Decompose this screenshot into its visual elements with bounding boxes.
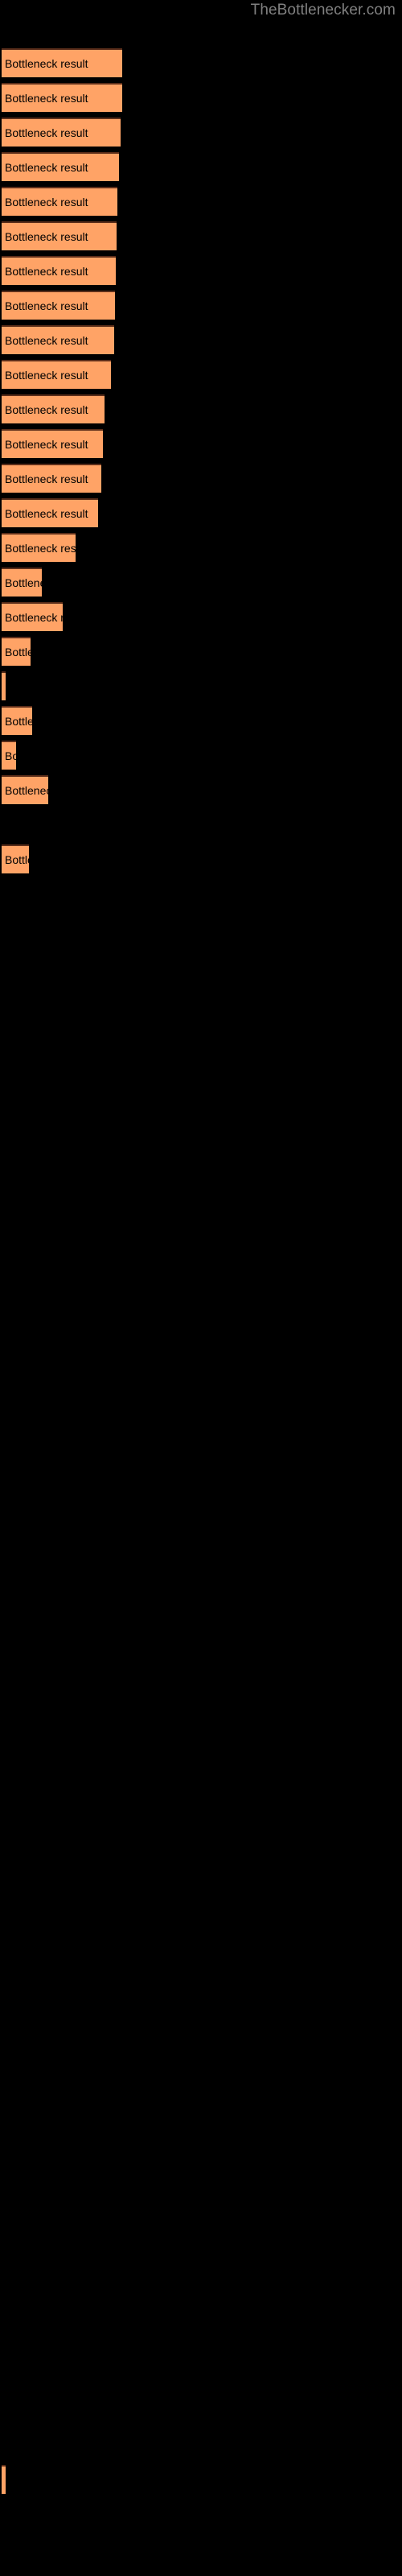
bar-row: Bottleneck result (0, 360, 402, 389)
bar-row: Bottleneck result (0, 394, 402, 423)
bar-label: Bottleneck result (5, 576, 42, 589)
bar-label: Bottleneck result (5, 2467, 6, 2494)
bar-bottleneck-result[interactable]: Bottleneck result (2, 394, 105, 423)
bar-bottleneck-result[interactable]: Bottleneck result (2, 464, 101, 493)
bottleneck-bar-chart: Bottleneck result Bottleneck result Bottle… (0, 21, 402, 2576)
bar-label: Bottleneck result (5, 749, 16, 762)
bar-bottleneck-result[interactable]: Bottleneck result (2, 741, 16, 770)
bar-label: Bottleneck result (5, 853, 29, 866)
bar-bottleneck-result[interactable]: Bottleneck result (2, 325, 114, 354)
bar-label: Bottleneck result (5, 473, 88, 485)
bar-label: Bottleneck result (5, 57, 88, 70)
bar-label: Bottleneck result (5, 715, 32, 728)
bar-label: Bottleneck result (5, 161, 88, 174)
bar-label: Bottleneck result (5, 369, 88, 382)
bar-bottleneck-result[interactable]: Bottleneck result (2, 256, 116, 285)
bar-bottleneck-result[interactable]: Bottleneck result (2, 83, 122, 112)
bar-bottleneck-result[interactable]: Bottleneck result (2, 533, 76, 562)
bar-row: Bottleneck result (0, 118, 402, 147)
bar-row: Bottleneck result (0, 152, 402, 181)
bar-bottleneck-result[interactable]: Bottleneck result (2, 360, 111, 389)
bar-row: Bottleneck result (0, 568, 402, 597)
bar-bottleneck-result[interactable]: Bottleneck result (2, 2465, 6, 2494)
bar-label: Bottleneck result (5, 92, 88, 105)
bar-label: Bottleneck result (5, 673, 6, 700)
bar-bottleneck-result[interactable]: Bottleneck result (2, 429, 103, 458)
bar-row: Bottleneck result (0, 291, 402, 320)
bar-bottleneck-result[interactable]: Bottleneck result (2, 152, 119, 181)
bar-row: Bottleneck result (0, 325, 402, 354)
bar-label: Bottleneck result (5, 196, 88, 208)
bar-bottleneck-result[interactable]: Bottleneck result (2, 118, 121, 147)
bar-row: Bottleneck result (0, 2465, 402, 2494)
bar-row: Bottleneck result (0, 671, 402, 700)
bar-bottleneck-result[interactable]: Bottleneck result (2, 187, 117, 216)
bar-bottleneck-result[interactable]: Bottleneck result (2, 637, 31, 666)
bar-row: Bottleneck result (0, 464, 402, 493)
bar-row: Bottleneck result (0, 602, 402, 631)
bar-label: Bottleneck result (5, 265, 88, 278)
bar-row: Bottleneck result (0, 48, 402, 77)
bar-label: Bottleneck result (5, 299, 88, 312)
bar-label: Bottleneck result (5, 334, 88, 347)
bar-label: Bottleneck result (5, 126, 88, 139)
bar-label: Bottleneck result (5, 507, 88, 520)
bar-row: Bottleneck result (0, 637, 402, 666)
bar-bottleneck-result[interactable]: Bottleneck result (2, 671, 6, 700)
bar-label: Bottleneck result (5, 542, 76, 555)
bar-label: Bottleneck result (5, 611, 63, 624)
bar-row: Bottleneck result (0, 844, 402, 873)
bar-row: Bottleneck result (0, 256, 402, 285)
bar-bottleneck-result[interactable]: Bottleneck result (2, 221, 117, 250)
bar-bottleneck-result[interactable]: Bottleneck result (2, 48, 122, 77)
site-header: TheBottlenecker.com (0, 0, 402, 21)
bar-row: Bottleneck result (0, 83, 402, 112)
bar-bottleneck-result[interactable]: Bottleneck result (2, 498, 98, 527)
bar-bottleneck-result[interactable]: Bottleneck result (2, 706, 32, 735)
bar-row: Bottleneck result (0, 706, 402, 735)
site-title: TheBottlenecker.com (250, 2, 396, 19)
bar-row: Bottleneck result (0, 810, 402, 839)
bar-row: Bottleneck result (0, 741, 402, 770)
bar-bottleneck-result[interactable]: Bottleneck result (2, 568, 42, 597)
bar-label: Bottleneck result (5, 646, 31, 658)
bar-label: Bottleneck result (5, 784, 48, 797)
bar-row: Bottleneck result (0, 533, 402, 562)
bar-row: Bottleneck result (0, 775, 402, 804)
bar-row: Bottleneck result (0, 429, 402, 458)
bar-label: Bottleneck result (5, 403, 88, 416)
bar-bottleneck-result[interactable]: Bottleneck result (2, 775, 48, 804)
bar-bottleneck-result[interactable]: Bottleneck result (2, 291, 115, 320)
bar-label: Bottleneck result (5, 438, 88, 451)
bar-row: Bottleneck result (0, 221, 402, 250)
bar-row: Bottleneck result (0, 498, 402, 527)
bar-label: Bottleneck result (5, 230, 88, 243)
bar-bottleneck-result[interactable]: Bottleneck result (2, 844, 29, 873)
bar-bottleneck-result[interactable]: Bottleneck result (2, 602, 63, 631)
bar-row: Bottleneck result (0, 187, 402, 216)
